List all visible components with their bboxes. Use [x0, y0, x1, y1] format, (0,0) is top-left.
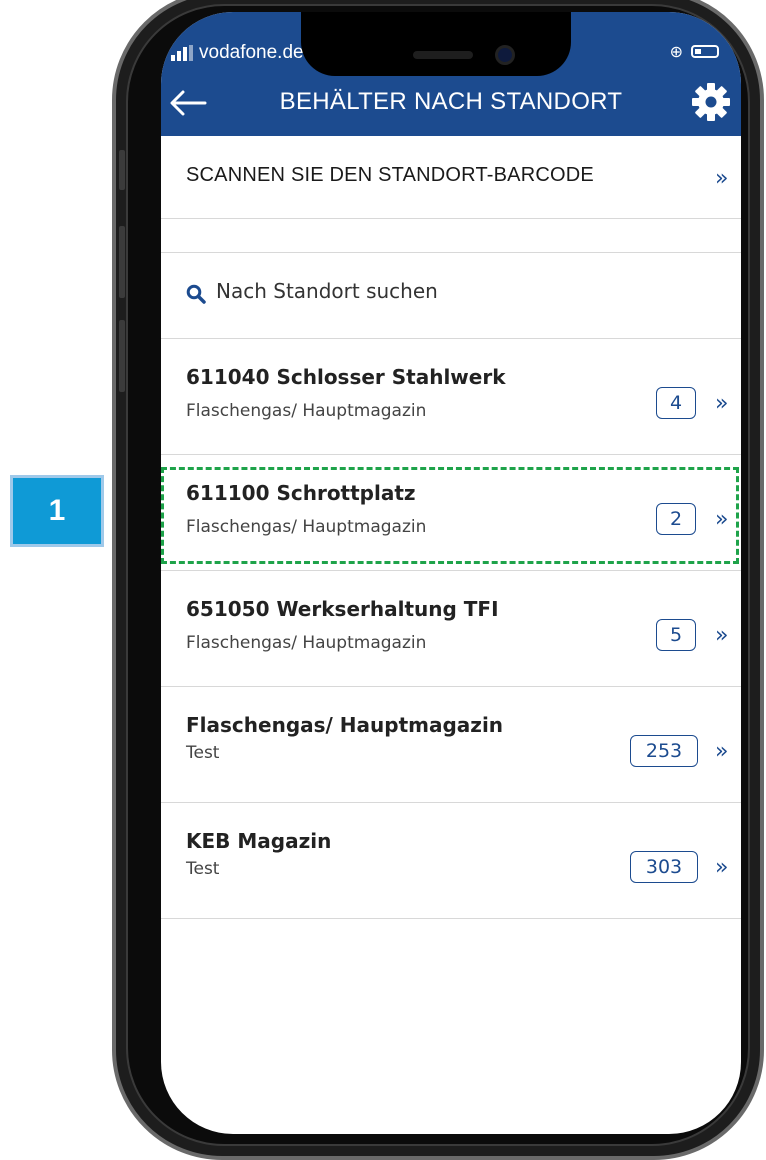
search-icon [186, 284, 206, 304]
location-item[interactable]: KEB Magazin Test 303 » [161, 803, 741, 919]
rotation-lock-icon: ⊕ [669, 42, 683, 61]
search-input[interactable]: Nach Standort suchen [216, 279, 438, 303]
silent-switch [119, 150, 125, 190]
volume-up-button [119, 226, 125, 298]
location-item[interactable]: 651050 Werkserhaltung TFI Flaschengas/ H… [161, 571, 741, 687]
battery-icon [691, 45, 719, 58]
chevron-right-icon: » [715, 166, 729, 191]
scan-barcode-row[interactable]: SCANNEN SIE DEN STANDORT-BARCODE » [161, 136, 741, 219]
location-subtitle: Test [186, 859, 220, 879]
step-marker: 1 [10, 475, 104, 547]
front-camera [495, 45, 515, 65]
location-subtitle: Flaschengas/ Hauptmagazin [186, 517, 427, 537]
page-title: BEHÄLTER NACH STANDORT [279, 88, 623, 115]
location-name: 611100 Schrottplatz [186, 481, 416, 505]
chevron-right-icon: » [715, 739, 729, 764]
carrier-name: vodafone.de [199, 42, 304, 63]
status-carrier: vodafone.de [171, 42, 304, 64]
chevron-right-icon: » [715, 507, 729, 532]
location-item[interactable]: 611100 Schrottplatz Flaschengas/ Hauptma… [161, 455, 741, 571]
location-name: 651050 Werkserhaltung TFI [186, 597, 499, 621]
status-icons: ⊕ [670, 42, 719, 61]
signal-icon [171, 45, 193, 61]
app-header: vodafone.de ⊕ BEHÄLTER NACH STANDORT [161, 12, 741, 136]
chevron-right-icon: » [715, 855, 729, 880]
chevron-right-icon: » [715, 391, 729, 416]
phone-screen: vodafone.de ⊕ BEHÄLTER NACH STANDORT SCA… [161, 12, 741, 1134]
location-subtitle: Flaschengas/ Hauptmagazin [186, 401, 427, 421]
gear-icon [692, 83, 730, 121]
location-subtitle: Test [186, 743, 220, 763]
container-count-badge: 303 [630, 851, 698, 883]
search-row[interactable]: Nach Standort suchen [161, 253, 741, 339]
speaker-grille [413, 51, 473, 59]
volume-down-button [119, 320, 125, 392]
location-name: Flaschengas/ Hauptmagazin [186, 713, 504, 737]
location-item[interactable]: Flaschengas/ Hauptmagazin Test 253 » [161, 687, 741, 803]
notch [301, 12, 571, 76]
location-name: KEB Magazin [186, 829, 332, 853]
location-subtitle: Flaschengas/ Hauptmagazin [186, 633, 427, 653]
container-count-badge: 4 [656, 387, 696, 419]
container-count-badge: 2 [656, 503, 696, 535]
scan-barcode-label: SCANNEN SIE DEN STANDORT-BARCODE [186, 164, 594, 186]
container-count-badge: 5 [656, 619, 696, 651]
container-count-badge: 253 [630, 735, 698, 767]
location-name: 611040 Schlosser Stahlwerk [186, 365, 506, 389]
location-item[interactable]: 611040 Schlosser Stahlwerk Flaschengas/ … [161, 339, 741, 455]
settings-button[interactable] [691, 82, 731, 122]
chevron-right-icon: » [715, 623, 729, 648]
step-number: 1 [13, 478, 101, 544]
